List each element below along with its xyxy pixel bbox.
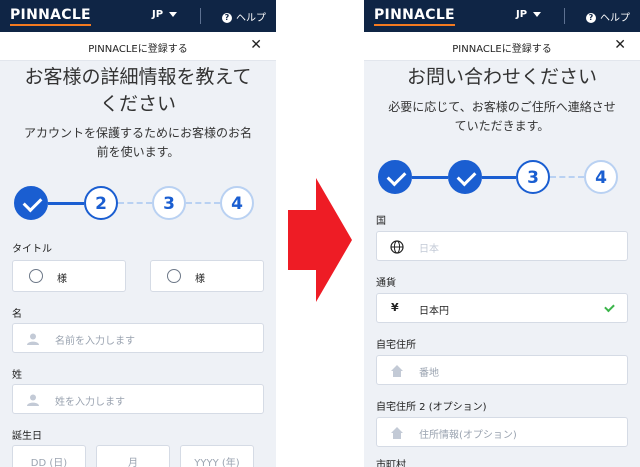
page-title-line2: ください (99, 93, 176, 115)
first-name-field[interactable]: 名前を入力します (12, 323, 264, 353)
progress-steps: 3 4 (378, 160, 626, 200)
subtitle-line2: 前を使います。 (96, 145, 180, 159)
title-option-label: 様 (195, 274, 205, 285)
page-title: お問い合わせください (406, 66, 597, 88)
user-icon (27, 394, 39, 406)
language-label: JP (152, 9, 164, 20)
globe-icon (390, 240, 404, 254)
left-screen: PINNACLE JP ? ヘルプ PINNACLEに登録する ✕ お客様の詳細情… (0, 0, 276, 467)
country-label: 国 (376, 216, 386, 227)
top-nav: PINNACLE JP ? ヘルプ (0, 0, 276, 32)
dob-label: 誕生日 (12, 431, 42, 442)
progress-steps: 2 3 4 (14, 186, 262, 226)
step-1 (378, 160, 412, 194)
first-name-placeholder: 名前を入力します (55, 336, 135, 347)
dob-day-field[interactable]: DD (日) (12, 445, 86, 467)
address-field[interactable]: 番地 (376, 355, 628, 385)
home-icon (391, 365, 403, 377)
step-connector (412, 176, 448, 179)
address-label: 自宅住所 (376, 340, 416, 351)
register-title: PINNACLEに登録する (88, 44, 188, 55)
step-2: 2 (84, 186, 118, 220)
step-4: 4 (220, 186, 254, 220)
step-2 (448, 160, 482, 194)
currency-label: 通貨 (376, 278, 396, 289)
dob-year-field[interactable]: YYYY (年) (180, 445, 254, 467)
check-icon (456, 166, 477, 187)
user-icon (27, 333, 39, 345)
title-option-2[interactable]: 様 (150, 260, 264, 292)
step-3: 3 (516, 160, 550, 194)
pinnacle-logo[interactable]: PINNACLE (10, 7, 91, 26)
help-label: ヘルプ (600, 13, 630, 24)
step-connector (482, 176, 516, 179)
address2-field[interactable]: 住所情報(オプション) (376, 417, 628, 447)
subtitle-line1: 必要に応じて、お客様のご住所へ連絡させ (388, 100, 616, 114)
subtitle-line1: アカウントを保護するためにお客様のお名 (23, 126, 252, 140)
step-connector (118, 202, 152, 204)
language-label: JP (516, 9, 528, 20)
currency-value: 日本円 (419, 306, 449, 317)
city-label: 市町村 (376, 460, 406, 467)
register-bar: PINNACLEに登録する ✕ (364, 32, 640, 61)
step-connector (48, 202, 84, 205)
yen-icon: ¥ (391, 301, 399, 314)
dob-month-placeholder: 月 (128, 458, 138, 467)
language-selector[interactable]: JP (152, 9, 178, 20)
radio-icon (29, 269, 43, 283)
dob-year-placeholder: YYYY (年) (194, 458, 240, 467)
check-icon (604, 301, 615, 313)
close-icon[interactable]: ✕ (614, 37, 626, 53)
first-name-label: 名 (12, 309, 22, 320)
check-icon (22, 192, 43, 213)
step-1 (14, 186, 48, 220)
last-name-field[interactable]: 姓を入力します (12, 384, 264, 414)
help-icon: ? (586, 13, 596, 23)
home-icon (391, 427, 403, 439)
nav-divider (200, 8, 201, 24)
country-value: 日本 (419, 244, 439, 255)
step-3: 3 (152, 186, 186, 220)
last-name-label: 姓 (12, 370, 22, 381)
title-option-label: 様 (57, 274, 67, 285)
dob-day-placeholder: DD (日) (30, 458, 68, 467)
step-connector (550, 176, 584, 178)
check-icon (386, 166, 407, 187)
address-placeholder: 番地 (419, 368, 439, 379)
country-field[interactable]: 日本 (376, 231, 628, 261)
right-screen: PINNACLE JP ? ヘルプ PINNACLEに登録する ✕ お問い合わせく… (364, 0, 640, 467)
close-icon[interactable]: ✕ (250, 37, 262, 53)
radio-icon (167, 269, 181, 283)
step-connector (186, 202, 220, 204)
top-nav: PINNACLE JP ? ヘルプ (364, 0, 640, 32)
pinnacle-logo[interactable]: PINNACLE (374, 7, 455, 26)
arrow-right-icon (288, 178, 352, 302)
caret-down-icon (169, 11, 178, 17)
last-name-placeholder: 姓を入力します (55, 397, 125, 408)
help-link[interactable]: ? ヘルプ (586, 9, 630, 24)
currency-select[interactable]: ¥ 日本円 (376, 293, 628, 323)
help-label: ヘルプ (236, 13, 266, 24)
register-bar: PINNACLEに登録する ✕ (0, 32, 276, 61)
title-option-1[interactable]: 様 (12, 260, 126, 292)
dob-month-field[interactable]: 月 (96, 445, 170, 467)
caret-down-icon (533, 11, 542, 17)
language-selector[interactable]: JP (516, 9, 542, 20)
help-icon: ? (222, 13, 232, 23)
title-label: タイトル (12, 244, 52, 255)
page-title-line1: お客様の詳細情報を教えて (24, 66, 252, 88)
nav-divider (564, 8, 565, 24)
step-4: 4 (584, 160, 618, 194)
help-link[interactable]: ? ヘルプ (222, 9, 266, 24)
subtitle-line2: ていただきます。 (454, 119, 550, 133)
register-title: PINNACLEに登録する (452, 44, 552, 55)
address2-placeholder: 住所情報(オプション) (419, 430, 517, 441)
address2-label: 自宅住所 2 (オプション) (376, 402, 487, 413)
